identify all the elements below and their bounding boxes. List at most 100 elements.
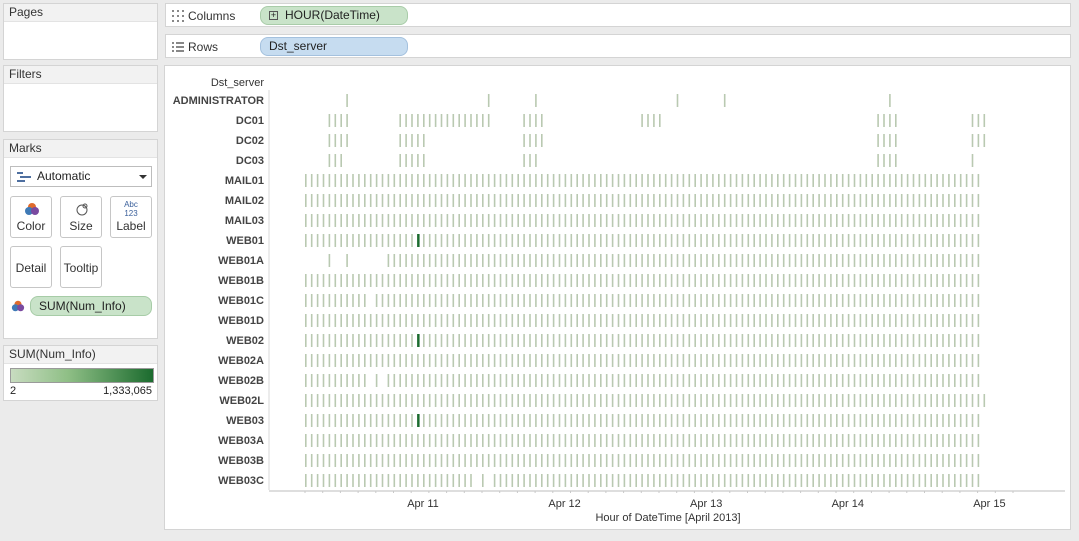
heat-cell: [340, 314, 342, 327]
heat-cell: [971, 414, 974, 427]
heat-cell: [718, 294, 720, 307]
heat-cell: [305, 314, 307, 327]
heat-cell: [735, 474, 738, 487]
heat-cell: [605, 414, 608, 427]
heat-cell: [393, 194, 396, 207]
heat-cell: [487, 294, 490, 307]
heat-cell: [741, 434, 744, 447]
heat-cell: [611, 294, 614, 307]
heat-cell: [446, 194, 449, 207]
mark-type-dropdown[interactable]: Automatic: [10, 166, 152, 187]
heat-cell: [405, 154, 407, 167]
heat-cell: [659, 114, 661, 127]
heat-cell: [777, 354, 779, 367]
heat-cell: [316, 314, 319, 327]
heat-cell: [712, 234, 714, 247]
tooltip-button[interactable]: Tooltip: [60, 246, 102, 288]
heat-cell: [641, 394, 643, 407]
heat-cell: [529, 414, 531, 427]
heat-cell: [836, 374, 838, 387]
heat-cell: [865, 474, 868, 487]
heat-cell: [594, 394, 596, 407]
expand-plus-icon[interactable]: +: [269, 11, 278, 20]
heat-cell: [676, 214, 679, 227]
heat-cell: [358, 314, 360, 327]
heat-cell: [659, 454, 661, 467]
heat-cell: [334, 354, 337, 367]
heat-cell: [505, 254, 508, 267]
heat-cell: [399, 214, 401, 227]
heat-cell: [600, 174, 602, 187]
heat-cell: [334, 454, 337, 467]
heat-cell: [777, 294, 779, 307]
heat-cell: [546, 354, 549, 367]
heat-cell: [977, 114, 980, 127]
heat-cell: [476, 254, 478, 267]
rows-shelf[interactable]: Rows Dst_server: [165, 34, 1071, 58]
heat-cell: [653, 214, 655, 227]
heat-cell: [434, 314, 437, 327]
heat-cell: [812, 334, 814, 347]
detail-button[interactable]: Detail: [10, 246, 52, 288]
filters-title: Filters: [4, 66, 157, 84]
heat-cell: [723, 274, 726, 287]
heat-cell: [653, 474, 655, 487]
columns-pill[interactable]: + HOUR(DateTime): [260, 6, 408, 25]
heat-cell: [411, 414, 413, 427]
heat-cell: [865, 434, 868, 447]
heat-cell: [812, 314, 814, 327]
heat-cell: [853, 194, 856, 207]
heat-cell: [735, 254, 738, 267]
heat-cell: [617, 314, 620, 327]
heat-cell: [617, 234, 620, 247]
heat-cell: [470, 194, 472, 207]
heat-cell: [358, 454, 360, 467]
label-button[interactable]: Abc 123 Label: [110, 196, 152, 238]
heat-cell: [700, 214, 702, 227]
heat-cell: [417, 374, 419, 387]
heat-cell: [771, 334, 773, 347]
columns-shelf[interactable]: Columns + HOUR(DateTime): [165, 3, 1071, 27]
heat-cell: [741, 254, 744, 267]
viz-view[interactable]: Dst_server ADMINISTRATOR DC01 DC02 DC03 MAIL0…: [164, 65, 1071, 530]
legend-min-label: 2: [10, 385, 17, 397]
heat-cell: [777, 254, 779, 267]
rows-pill[interactable]: Dst_server: [260, 37, 408, 56]
heat-cell: [936, 254, 938, 267]
heat-cell: [423, 114, 425, 127]
heat-cell: [635, 254, 637, 267]
heat-cell: [906, 334, 909, 347]
heat-cell: [470, 274, 472, 287]
heat-cell: [794, 194, 797, 207]
heat-cell: [853, 454, 856, 467]
heat-cell: [529, 154, 531, 167]
heat-cell: [423, 294, 425, 307]
x-tick-label: Apr 12: [548, 498, 580, 510]
heat-cell: [718, 274, 720, 287]
heat-cell: [782, 394, 785, 407]
heat-cell: [464, 374, 466, 387]
heat-cell: [865, 214, 868, 227]
heat-cell: [322, 354, 325, 367]
heat-cell: [440, 434, 443, 447]
heat-cell: [824, 214, 826, 227]
heat-cell: [322, 234, 325, 247]
heat-cell: [393, 254, 396, 267]
heat-cell: [381, 294, 384, 307]
heat-cell: [741, 374, 744, 387]
heatmap-chart[interactable]: Dst_serverADMINISTRATORDC01DC02DC03MAIL0…: [165, 66, 1070, 529]
heat-cell: [818, 234, 820, 247]
heat-cell: [535, 234, 537, 247]
size-button[interactable]: Size: [60, 196, 102, 238]
color-button[interactable]: Color: [10, 196, 52, 238]
heat-cell: [541, 414, 543, 427]
filters-card[interactable]: Filters: [3, 65, 158, 132]
heat-cell: [428, 114, 431, 127]
heat-cell: [830, 374, 832, 387]
heat-cell: [641, 474, 643, 487]
heat-cell: [482, 274, 484, 287]
heat-cell: [417, 454, 419, 467]
color-field-pill[interactable]: SUM(Num_Info): [30, 296, 152, 316]
heat-cell: [641, 294, 643, 307]
heat-cell: [676, 94, 679, 107]
